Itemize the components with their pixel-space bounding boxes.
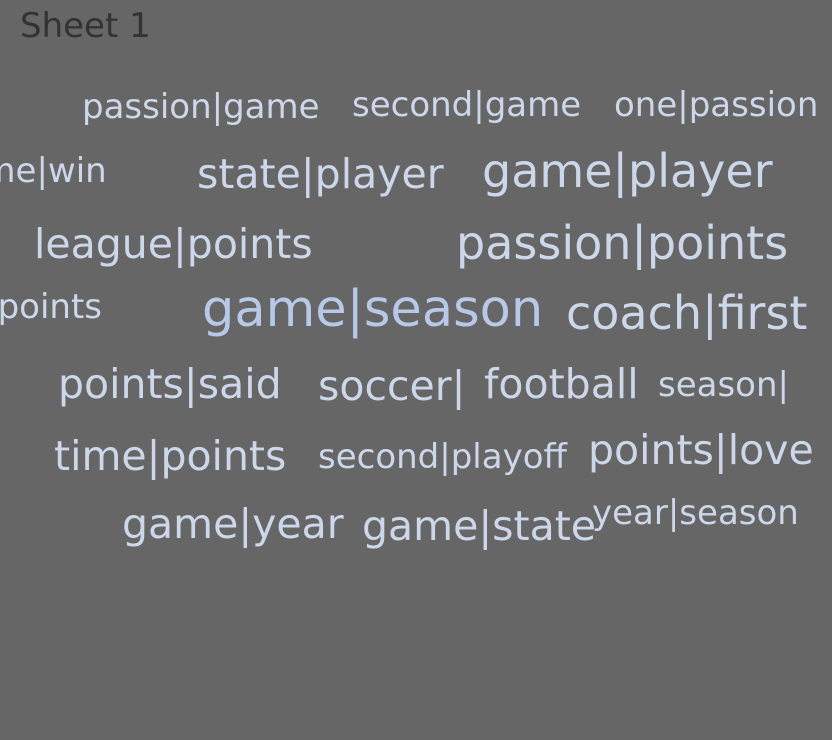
word-cloud-term: state|player <box>197 150 444 198</box>
word-cloud-term: time|points <box>54 432 287 480</box>
word-cloud-term: points|said <box>58 360 282 408</box>
word-cloud-term: coach|first <box>566 286 808 340</box>
word-cloud-term: one|passion <box>614 85 819 125</box>
word-cloud-term: year|season <box>592 493 799 533</box>
word-cloud-term: second|game <box>352 85 582 125</box>
word-cloud-term: state|points <box>0 287 103 327</box>
word-cloud-term: soccer| <box>318 362 466 410</box>
word-cloud-term: passion|game <box>82 87 320 127</box>
word-cloud-term: game|state <box>362 502 596 550</box>
word-cloud-term: second|playoff <box>318 437 567 477</box>
word-cloud: passion|game second|game one|passion game|w… <box>0 58 832 558</box>
sheet-title: Sheet 1 <box>20 6 151 46</box>
word-cloud-term: game|player <box>482 144 773 198</box>
worksheet: Sheet 1 passion|game second|game one|passi… <box>0 0 832 740</box>
word-cloud-term: game|win <box>0 151 107 191</box>
word-cloud-term: season| <box>658 365 789 405</box>
word-cloud-term: league|points <box>34 220 313 268</box>
word-cloud-term: football <box>484 360 639 408</box>
word-cloud-term: passion|points <box>456 216 789 270</box>
word-cloud-term: game|year <box>122 500 344 548</box>
word-cloud-term: points|love <box>588 426 814 474</box>
word-cloud-term: game|season <box>202 280 544 339</box>
